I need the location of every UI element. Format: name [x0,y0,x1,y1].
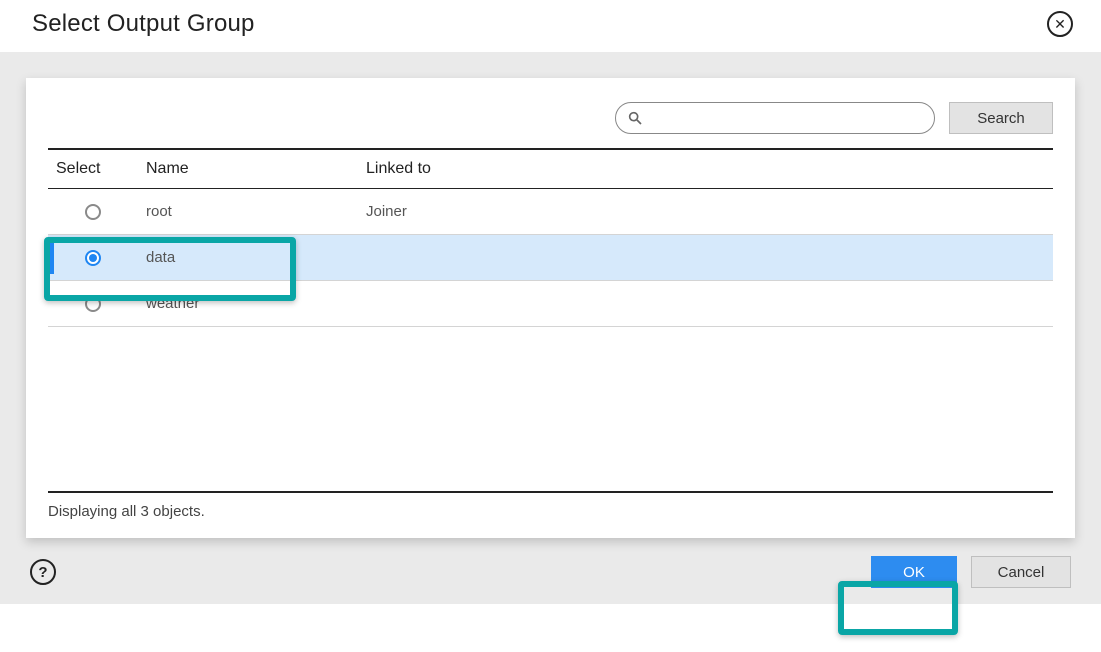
cell-name: weather [138,281,358,327]
select-radio[interactable] [85,296,101,312]
cell-linked-to [358,281,1053,327]
search-input[interactable] [615,102,935,134]
col-header-name: Name [138,150,358,189]
cell-name: root [138,189,358,235]
table-row[interactable]: rootJoiner [48,189,1053,235]
output-group-table: Select Name Linked to rootJoinerdataweat… [48,150,1053,327]
dialog-title: Select Output Group [32,10,255,38]
status-text: Displaying all 3 objects. [48,491,1053,520]
select-radio[interactable] [85,250,101,266]
cell-linked-to: Joiner [358,189,1053,235]
col-header-select: Select [48,150,138,189]
cell-linked-to [358,235,1053,281]
ok-button[interactable]: OK [871,556,957,588]
close-icon: ✕ [1054,17,1066,31]
close-button[interactable]: ✕ [1047,11,1073,37]
select-radio[interactable] [85,204,101,220]
cancel-button[interactable]: Cancel [971,556,1071,588]
search-icon [627,110,643,126]
help-button[interactable]: ? [30,559,56,585]
cell-name: data [138,235,358,281]
table-row[interactable]: data [48,235,1053,281]
table-row[interactable]: weather [48,281,1053,327]
search-button[interactable]: Search [949,102,1053,134]
help-icon: ? [38,564,47,581]
col-header-linked-to: Linked to [358,150,1053,189]
